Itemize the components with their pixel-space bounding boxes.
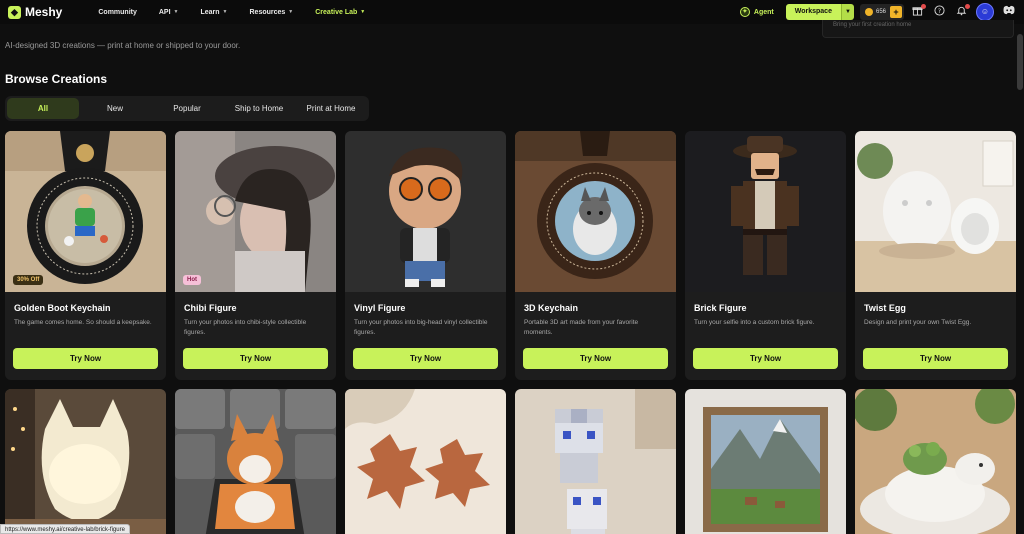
coin-icon — [864, 8, 873, 16]
page-scrollbar[interactable] — [1017, 34, 1023, 90]
try-now-button[interactable]: Try Now — [863, 348, 1008, 369]
filter-tabs: All New Popular Ship to Home Print at Ho… — [5, 96, 369, 121]
credits-display[interactable]: 656 + — [859, 4, 904, 20]
card-image — [175, 389, 336, 534]
search-hint-panel: Bring your first creation home — [822, 20, 1014, 38]
card-image: Hot — [175, 131, 336, 292]
nav-item-creative-lab[interactable]: Creative Lab ▼ — [315, 9, 365, 16]
card-image — [515, 131, 676, 292]
card-description: Turn your photos into big-head vinyl col… — [354, 319, 488, 336]
chevron-down-icon: ▼ — [222, 9, 228, 15]
hot-badge: Hot — [183, 275, 201, 285]
meshy-logo-icon: ◆ — [8, 5, 21, 19]
creation-card[interactable]: Vinyl Figure Turn your photos into big-h… — [345, 131, 506, 380]
creation-card[interactable] — [175, 389, 336, 534]
nav-item-resources[interactable]: Resources ▼ — [250, 9, 294, 16]
card-image — [5, 389, 166, 534]
main-nav: Community API ▼ Learn ▼ Resources ▼ Creativ… — [98, 9, 387, 16]
card-title: Golden Boot Keychain — [14, 303, 111, 313]
creation-card[interactable]: Twist Egg Design and print your own Twis… — [855, 131, 1016, 380]
tab-ship-to-home[interactable]: Ship to Home — [223, 98, 295, 119]
nav-item-learn[interactable]: Learn ▼ — [200, 9, 227, 16]
card-image — [345, 389, 506, 534]
creation-card[interactable] — [5, 389, 166, 534]
chevron-down-icon: ▼ — [360, 9, 366, 15]
add-credits-button[interactable]: + — [890, 6, 902, 18]
try-now-button[interactable]: Try Now — [183, 348, 328, 369]
card-description: Portable 3D art made from your favorite … — [524, 319, 639, 336]
discount-badge: 30% Off — [13, 275, 44, 285]
credit-count: 656 — [875, 9, 886, 15]
try-now-button[interactable]: Try Now — [523, 348, 668, 369]
chevron-down-icon: ▼ — [173, 9, 179, 15]
creation-card[interactable]: Brick Figure Turn your selfie into a cus… — [685, 131, 846, 380]
card-description: Turn your photos into chibi-style collec… — [184, 319, 307, 336]
card-title: Chibi Figure — [184, 303, 237, 313]
status-bar-url: https://www.meshy.ai/creative-lab/brick-… — [0, 524, 130, 534]
agent-button[interactable]: ✦ Agent — [739, 7, 774, 17]
card-image — [515, 389, 676, 534]
card-image — [685, 389, 846, 534]
agent-icon: ✦ — [739, 7, 750, 17]
tab-all[interactable]: All — [7, 98, 79, 119]
creation-card[interactable]: 3D Keychain Portable 3D art made from yo… — [515, 131, 676, 380]
try-now-button[interactable]: Try Now — [693, 348, 838, 369]
agent-label: Agent — [753, 8, 774, 16]
workspace-dropdown-toggle[interactable]: ▼ — [840, 4, 854, 20]
creation-card[interactable] — [515, 389, 676, 534]
card-description: The game comes home. So should a keepsak… — [14, 319, 152, 326]
brand-name: Meshy — [25, 5, 63, 19]
try-now-button[interactable]: Try Now — [13, 348, 158, 369]
creation-card[interactable] — [345, 389, 506, 534]
tab-print-at-home[interactable]: Print at Home — [295, 98, 367, 119]
card-description: Turn your selfie into a custom brick fig… — [694, 319, 815, 326]
brand[interactable]: ◆ Meshy — [8, 5, 62, 19]
card-title: Twist Egg — [864, 303, 906, 313]
notification-dot — [921, 4, 926, 9]
card-image — [855, 389, 1016, 534]
card-title: Vinyl Figure — [354, 303, 406, 313]
nav-item-api[interactable]: API ▼ — [159, 9, 179, 16]
card-image: 30% Off — [5, 131, 166, 292]
card-image — [685, 131, 846, 292]
nav-item-community[interactable]: Community — [98, 9, 137, 16]
try-now-button[interactable]: Try Now — [353, 348, 498, 369]
svg-text:?: ? — [937, 7, 940, 15]
help-icon[interactable]: ? — [932, 5, 946, 19]
card-image — [345, 131, 506, 292]
bell-icon[interactable] — [954, 4, 970, 19]
section-title: Browse Creations — [5, 72, 108, 86]
page-subtitle: AI-designed 3D creations — print at home… — [5, 41, 241, 50]
card-image — [855, 131, 1016, 292]
workspace-control: Workspace ▼ — [785, 4, 854, 20]
creation-card[interactable]: 30% Off Golden Boot Keychain The game co… — [5, 131, 166, 380]
creation-card[interactable]: Hot Chibi Figure Turn your photos into c… — [175, 131, 336, 380]
card-description: Design and print your own Twist Egg. — [864, 319, 972, 326]
creation-card[interactable] — [685, 389, 846, 534]
gift-icon[interactable] — [910, 4, 926, 19]
creation-card[interactable] — [855, 389, 1016, 534]
card-title: Brick Figure — [694, 303, 747, 313]
workspace-button[interactable]: Workspace — [785, 4, 841, 20]
avatar[interactable]: ☺ — [976, 3, 994, 21]
notification-dot — [965, 4, 970, 9]
card-title: 3D Keychain — [524, 303, 579, 313]
discord-icon[interactable] — [1002, 5, 1016, 19]
chevron-down-icon: ▼ — [288, 9, 294, 15]
tab-new[interactable]: New — [79, 98, 151, 119]
tab-popular[interactable]: Popular — [151, 98, 223, 119]
